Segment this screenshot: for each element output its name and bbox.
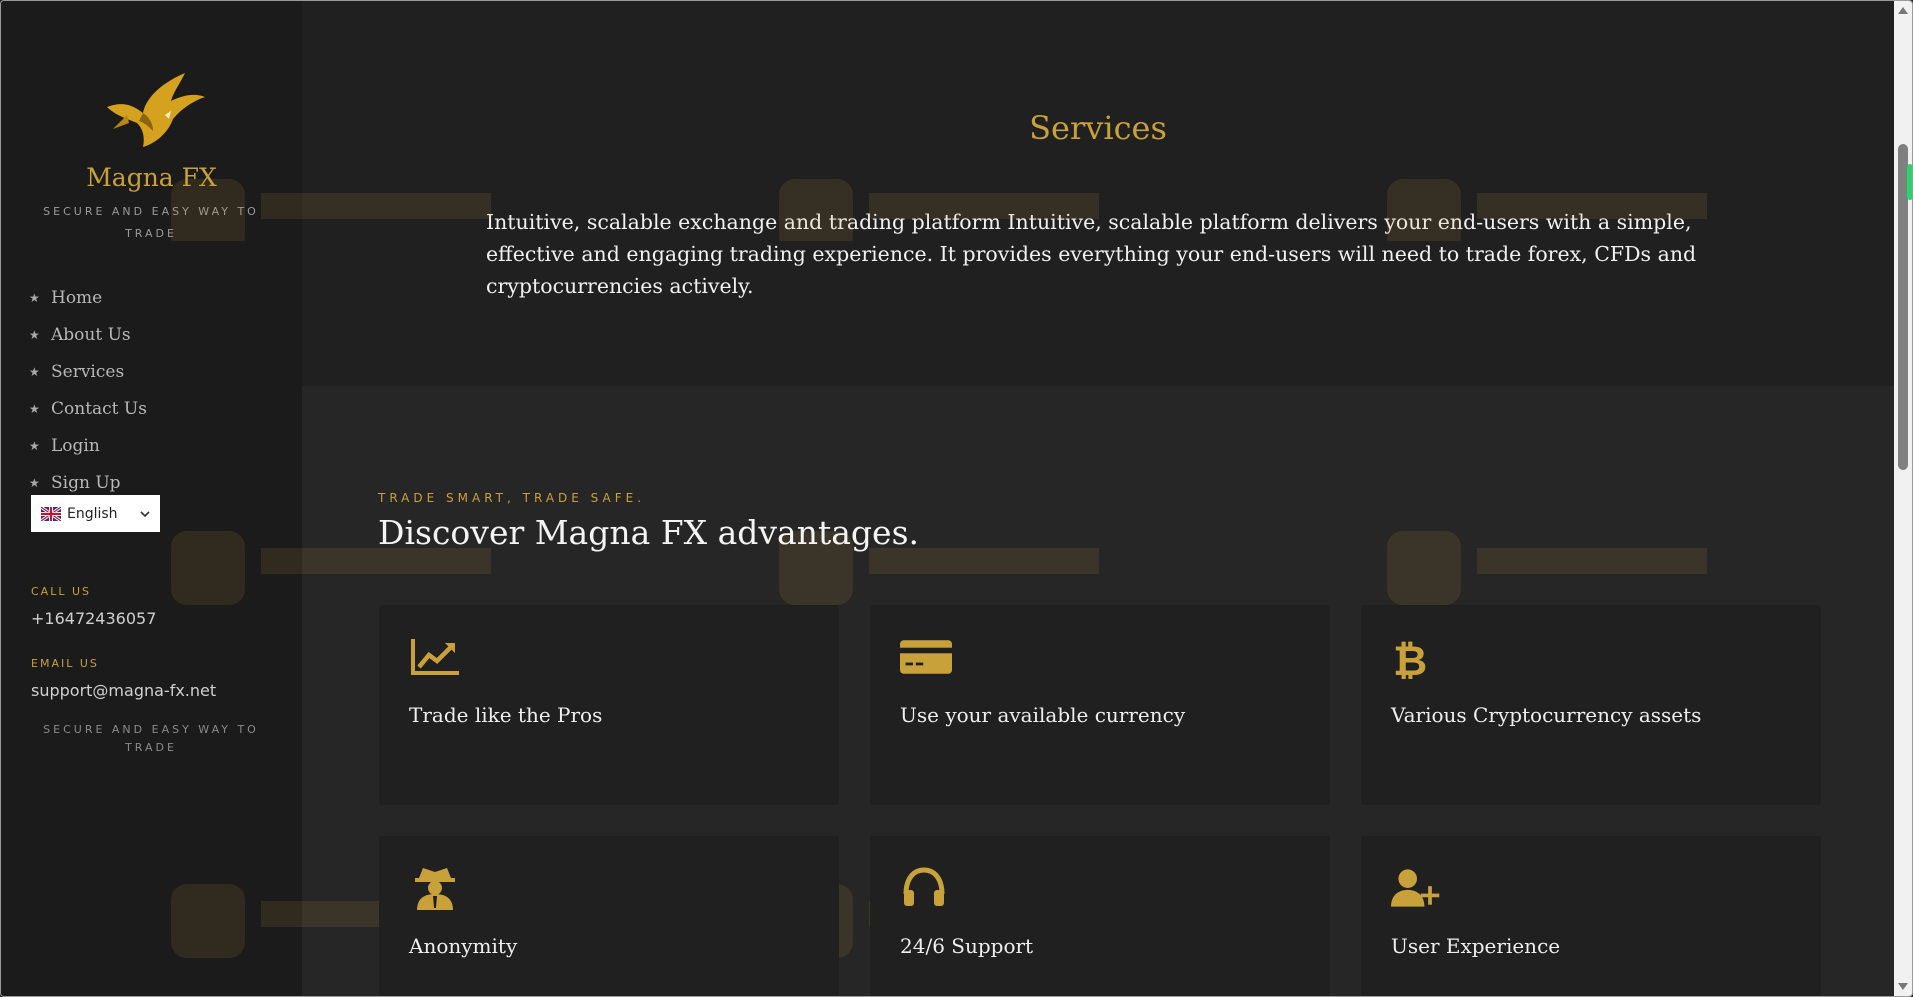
language-label: English bbox=[67, 505, 118, 522]
advantage-card: ₿ Various Cryptocurrency assets bbox=[1361, 605, 1821, 805]
headphones-icon bbox=[903, 867, 945, 906]
watermark-logo-icon bbox=[1387, 179, 1707, 241]
sidebar-nav: ★ Home ★ About Us ★ Services ★ Contact Us ★ L… bbox=[29, 279, 147, 501]
phone-number[interactable]: +16472436057 bbox=[31, 609, 156, 628]
edge-indicator bbox=[1907, 164, 1912, 200]
star-icon: ★ bbox=[29, 438, 40, 453]
uk-flag-icon bbox=[41, 506, 61, 521]
star-icon: ★ bbox=[29, 401, 40, 416]
page-title: Services bbox=[1029, 109, 1167, 147]
card-label: Anonymity bbox=[409, 934, 518, 958]
nav-item-home[interactable]: ★ Home bbox=[29, 279, 147, 316]
nav-label: Login bbox=[51, 435, 100, 456]
nav-item-login[interactable]: ★ Login bbox=[29, 427, 147, 464]
watermark-logo-icon bbox=[1387, 531, 1707, 605]
card-label: 24/6 Support bbox=[900, 934, 1034, 958]
advantage-card: Use your available currency bbox=[870, 605, 1330, 805]
section-kicker: TRADE SMART, TRADE SAFE. bbox=[378, 491, 646, 505]
scroll-down-arrow-icon[interactable] bbox=[1898, 983, 1908, 990]
nav-label: Contact Us bbox=[51, 398, 147, 419]
watermark-logo-icon bbox=[171, 179, 491, 241]
chart-line-icon bbox=[411, 639, 459, 675]
nav-item-services[interactable]: ★ Services bbox=[29, 353, 147, 390]
svg-text:₿: ₿ bbox=[1393, 636, 1427, 679]
sidebar: Magna FX SECURE AND EASY WAY TO TRADE ★ H… bbox=[1, 1, 302, 996]
watermark-logo-icon bbox=[779, 179, 1099, 241]
nav-label: Sign Up bbox=[51, 472, 121, 493]
scroll-up-arrow-icon[interactable] bbox=[1898, 7, 1908, 14]
advantage-card: 24/6 Support bbox=[870, 836, 1330, 996]
advantage-card: Anonymity bbox=[379, 836, 839, 996]
user-plus-icon bbox=[1391, 869, 1440, 907]
section-title: Discover Magna FX advantages. bbox=[378, 513, 920, 552]
card-label: Various Cryptocurrency assets bbox=[1391, 703, 1702, 727]
bitcoin-icon: ₿ bbox=[1393, 636, 1427, 679]
language-select[interactable]: English bbox=[31, 495, 160, 532]
nav-item-about-us[interactable]: ★ About Us bbox=[29, 316, 147, 353]
app-window: Magna FX SECURE AND EASY WAY TO TRADE ★ H… bbox=[0, 0, 1913, 997]
advantage-card: User Experience bbox=[1361, 836, 1821, 996]
card-label: Trade like the Pros bbox=[409, 703, 603, 727]
advantage-card: Trade like the Pros bbox=[379, 605, 839, 805]
eagle-logo-icon[interactable] bbox=[99, 71, 207, 151]
star-icon: ★ bbox=[29, 364, 40, 379]
nav-item-contact-us[interactable]: ★ Contact Us bbox=[29, 390, 147, 427]
footer-tagline: SECURE AND EASY WAY TO TRADE bbox=[43, 723, 259, 754]
email-us-label: EMAIL US bbox=[31, 657, 99, 670]
credit-card-icon bbox=[900, 640, 952, 674]
star-icon: ★ bbox=[29, 290, 40, 305]
star-icon: ★ bbox=[29, 475, 40, 490]
vertical-scrollbar[interactable] bbox=[1894, 1, 1912, 996]
nav-label: About Us bbox=[51, 324, 131, 345]
chevron-down-icon bbox=[140, 510, 150, 517]
card-label: Use your available currency bbox=[900, 703, 1186, 727]
card-label: User Experience bbox=[1391, 934, 1561, 958]
user-secret-icon bbox=[415, 868, 455, 910]
star-icon: ★ bbox=[29, 327, 40, 342]
email-address[interactable]: support@magna-fx.net bbox=[31, 681, 216, 700]
nav-label: Home bbox=[51, 287, 103, 308]
nav-label: Services bbox=[51, 361, 125, 382]
call-us-label: CALL US bbox=[31, 585, 91, 598]
